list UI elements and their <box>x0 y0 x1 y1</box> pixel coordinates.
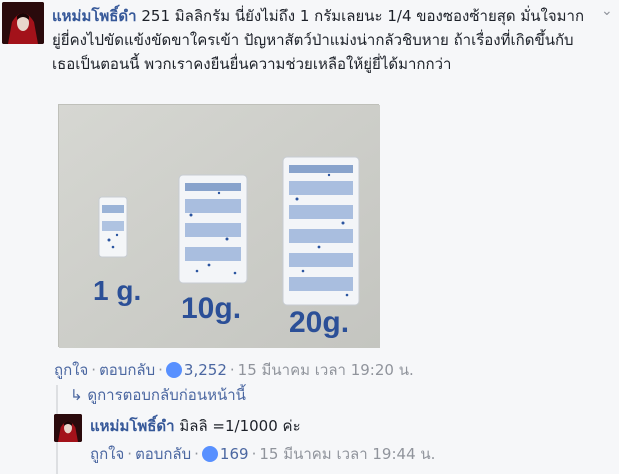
reply-author[interactable]: แหม่มโพธิ์ดำ <box>90 417 175 435</box>
comment-author[interactable]: แหม่มโพธิ์ดำ <box>52 7 137 25</box>
reply-arrow-icon: ↳ <box>70 386 83 404</box>
reply-link[interactable]: ตอบกลับ <box>99 361 155 379</box>
reply-body: แหม่มโพธิ์ดำ มิลลิ =1/1000 ค่ะ <box>90 414 301 438</box>
label-10g: 10g. <box>181 292 241 325</box>
previous-replies-link[interactable]: ↳ ดูการตอบกลับก่อนหน้านี้ <box>70 383 246 407</box>
like-icon <box>165 362 182 378</box>
chevron-down-icon[interactable]: ⌄ <box>601 3 613 19</box>
reply-actions: ถูกใจ · ตอบกลับ · 169 · 15 มีนาคม เวลา 19:44 น… <box>90 445 436 463</box>
packet-10g <box>178 174 248 284</box>
label-20g: 20g. <box>289 306 349 339</box>
label-1g: 1 g. <box>93 275 141 306</box>
previous-replies-label[interactable]: ดูการตอบกลับก่อนหน้านี้ <box>87 386 246 404</box>
reply-text: มิลลิ =1/1000 ค่ะ <box>179 417 301 435</box>
like-icon <box>201 446 218 462</box>
avatar[interactable] <box>54 414 82 442</box>
reply-link[interactable]: ตอบกลับ <box>135 445 191 463</box>
comment-actions: ถูกใจ · ตอบกลับ · 3,252 · 15 มีนาคม เวลา 19:20… <box>54 361 414 379</box>
packet-1g <box>98 196 128 258</box>
like-count[interactable]: 169 <box>220 445 249 463</box>
like-link[interactable]: ถูกใจ <box>90 445 124 463</box>
like-count[interactable]: 3,252 <box>184 361 227 379</box>
comment-body: แหม่มโพธิ์ดำ 251 มิลลิกรัม นี่ยังไม่ถึง … <box>52 4 592 76</box>
timestamp[interactable]: 15 มีนาคม เวลา 19:44 น. <box>259 445 435 463</box>
comment-photo[interactable]: 1 g. 10g. 20g. <box>58 104 380 348</box>
avatar[interactable] <box>2 2 44 44</box>
like-link[interactable]: ถูกใจ <box>54 361 88 379</box>
packet-20g <box>282 156 360 306</box>
timestamp[interactable]: 15 มีนาคม เวลา 19:20 น. <box>238 361 414 379</box>
